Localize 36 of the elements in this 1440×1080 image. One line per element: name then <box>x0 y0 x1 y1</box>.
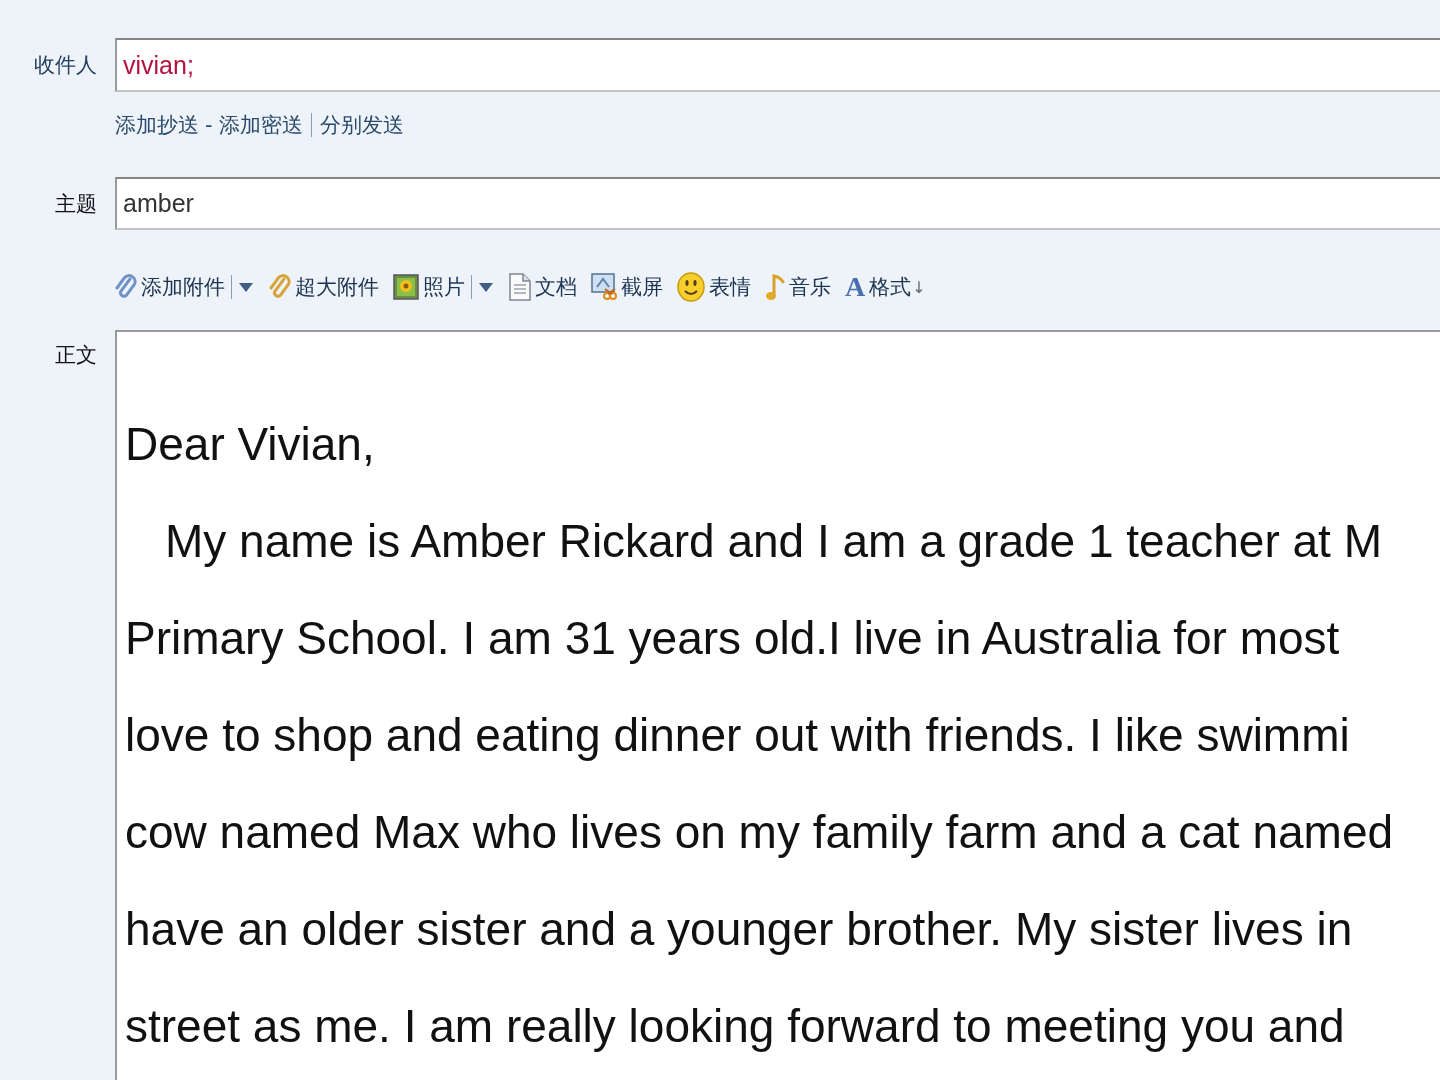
music-button[interactable]: 音乐 <box>765 273 831 301</box>
body-text-line: cow named Max who lives on my family farm and a cat named <box>125 805 1394 860</box>
body-text-line: My name is Amber Rickard and I am a grade 1 teacher at M <box>164 514 1382 569</box>
paperclip-icon <box>269 273 291 301</box>
body-text-line: have an older sister and a younger brother. My sister lives in <box>125 902 1353 957</box>
body-text-line: street as me. I am really looking forward to meeting you and <box>125 999 1345 1054</box>
subject-label: 主题 <box>54 190 97 218</box>
link[interactable]: 分别发送 <box>319 111 404 139</box>
document-icon <box>509 273 531 301</box>
link[interactable]: 添加密送 <box>218 111 303 139</box>
body-label: 正文 <box>54 342 97 369</box>
body-editor[interactable] <box>115 330 1440 1080</box>
caret-icon <box>239 282 253 292</box>
photo-button[interactable]: 照片 <box>393 273 465 301</box>
paperclip-icon <box>115 273 137 301</box>
picture-icon <box>393 274 419 300</box>
smiley-icon <box>677 272 705 302</box>
greeting-text: Dear Vivian, <box>125 417 375 472</box>
add-attachment-button[interactable]: 添加附件 <box>115 273 225 301</box>
document-button[interactable]: 文档 <box>509 273 577 301</box>
caret-icon <box>479 282 493 292</box>
body-text-line: love to shop and eating dinner out with friends. I like swimmi <box>125 708 1350 763</box>
separator-text: - <box>205 113 213 137</box>
monitor-icon <box>591 273 617 301</box>
large-attachment-button[interactable]: 超大附件 <box>269 273 379 301</box>
link[interactable]: 添加抄送 <box>115 111 199 139</box>
recipient-field[interactable]: vivian; <box>115 38 1440 92</box>
recipient-label: 收件人 <box>33 52 97 79</box>
subject-field[interactable]: amber <box>115 177 1440 230</box>
dropdown-button[interactable] <box>471 275 493 299</box>
dropdown-button[interactable] <box>231 275 253 299</box>
music-note-icon <box>765 273 785 301</box>
body-text-line: Primary School. I am 31 years old.I live in Australia for most <box>125 611 1340 666</box>
format-button[interactable]: A格式↓ <box>845 273 926 301</box>
screenshot-button[interactable]: 截屏 <box>591 273 663 301</box>
emoji-button[interactable]: 表情 <box>677 272 751 302</box>
